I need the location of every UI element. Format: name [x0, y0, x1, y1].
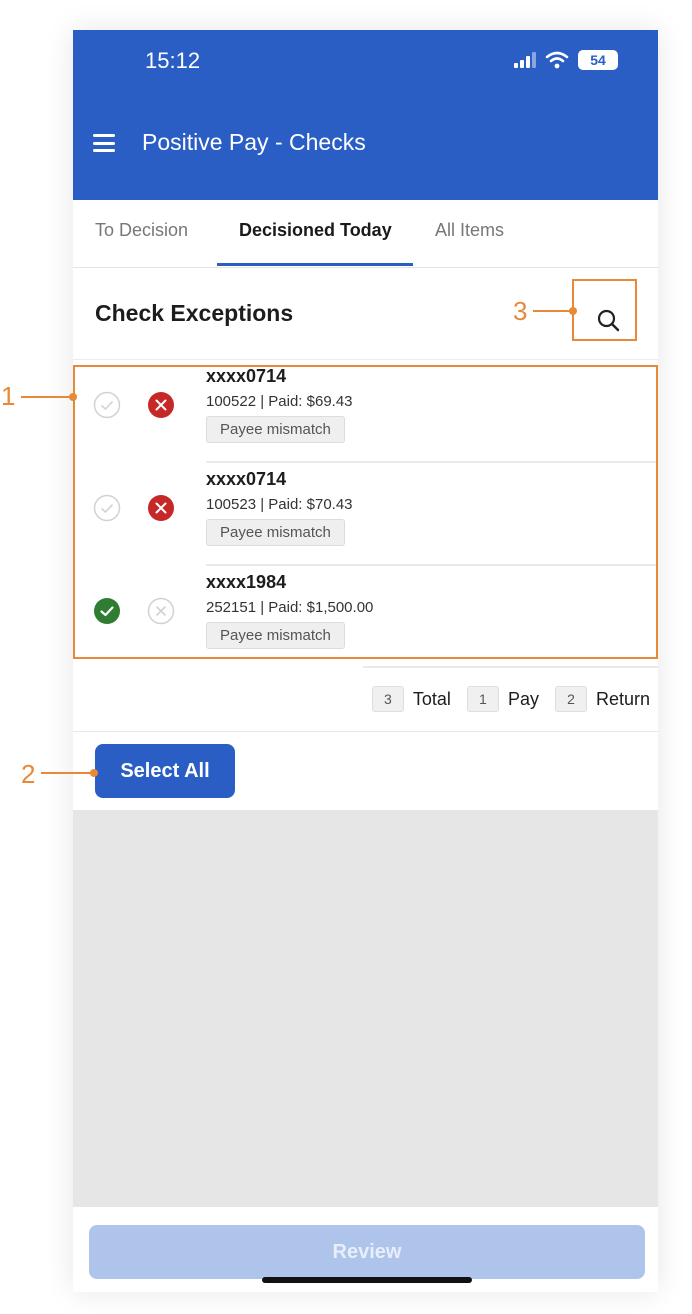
pay-count-badge: 1 — [466, 686, 499, 712]
totals-summary: 3 Total 1 Pay 2 Return — [371, 686, 650, 712]
status-time: 15:12 — [145, 48, 201, 73]
screenshot-stage: 15:12 54 Positive Pay - Checks To Decisi… — [0, 0, 692, 1314]
annotation-leader-3 — [533, 310, 573, 312]
tab-all-items[interactable]: All Items — [435, 220, 504, 241]
annotation-dot-2 — [90, 769, 98, 777]
app-header: 15:12 54 Positive Pay - Checks — [73, 30, 658, 200]
annotation-label-3: 3 — [513, 296, 528, 326]
tab-to-decision[interactable]: To Decision — [95, 220, 188, 241]
annotation-box-search — [572, 279, 637, 341]
return-count: 2 Return — [554, 686, 650, 712]
annotation-label-1: 1 — [1, 381, 16, 411]
annotation-dot-3 — [569, 307, 577, 315]
phone-screen: 15:12 54 Positive Pay - Checks To Decisi… — [73, 30, 658, 1292]
battery-icon: 54 — [578, 50, 618, 70]
return-label: Return — [595, 688, 650, 709]
annotation-dot-1 — [69, 393, 77, 401]
page-title: Positive Pay - Checks — [142, 129, 366, 155]
home-indicator — [262, 1277, 472, 1283]
divider — [73, 731, 658, 732]
divider — [363, 666, 658, 668]
total-label: Total — [412, 688, 451, 709]
pay-count: 1 Pay — [466, 686, 539, 712]
bottom-action-bar: Review — [73, 1207, 658, 1292]
select-all-button[interactable]: Select All — [95, 744, 235, 798]
pay-label: Pay — [507, 688, 539, 709]
hamburger-icon[interactable] — [93, 134, 115, 152]
tab-bar: To Decision Decisioned Today All Items — [73, 200, 658, 268]
status-icons: 54 — [514, 50, 618, 70]
total-count: 3 Total — [371, 686, 451, 712]
total-count-badge: 3 — [371, 686, 404, 712]
annotation-box-list — [73, 365, 658, 659]
annotation-label-2: 2 — [21, 759, 36, 789]
signal-icon — [514, 52, 536, 68]
annotation-leader-1 — [21, 396, 72, 398]
tab-decisioned-today[interactable]: Decisioned Today — [239, 220, 392, 241]
section-title: Check Exceptions — [95, 300, 294, 326]
wifi-icon — [545, 51, 569, 69]
annotation-leader-2 — [41, 772, 94, 774]
return-count-badge: 2 — [554, 686, 587, 712]
active-tab-indicator — [217, 263, 413, 266]
review-button[interactable]: Review — [89, 1225, 645, 1279]
